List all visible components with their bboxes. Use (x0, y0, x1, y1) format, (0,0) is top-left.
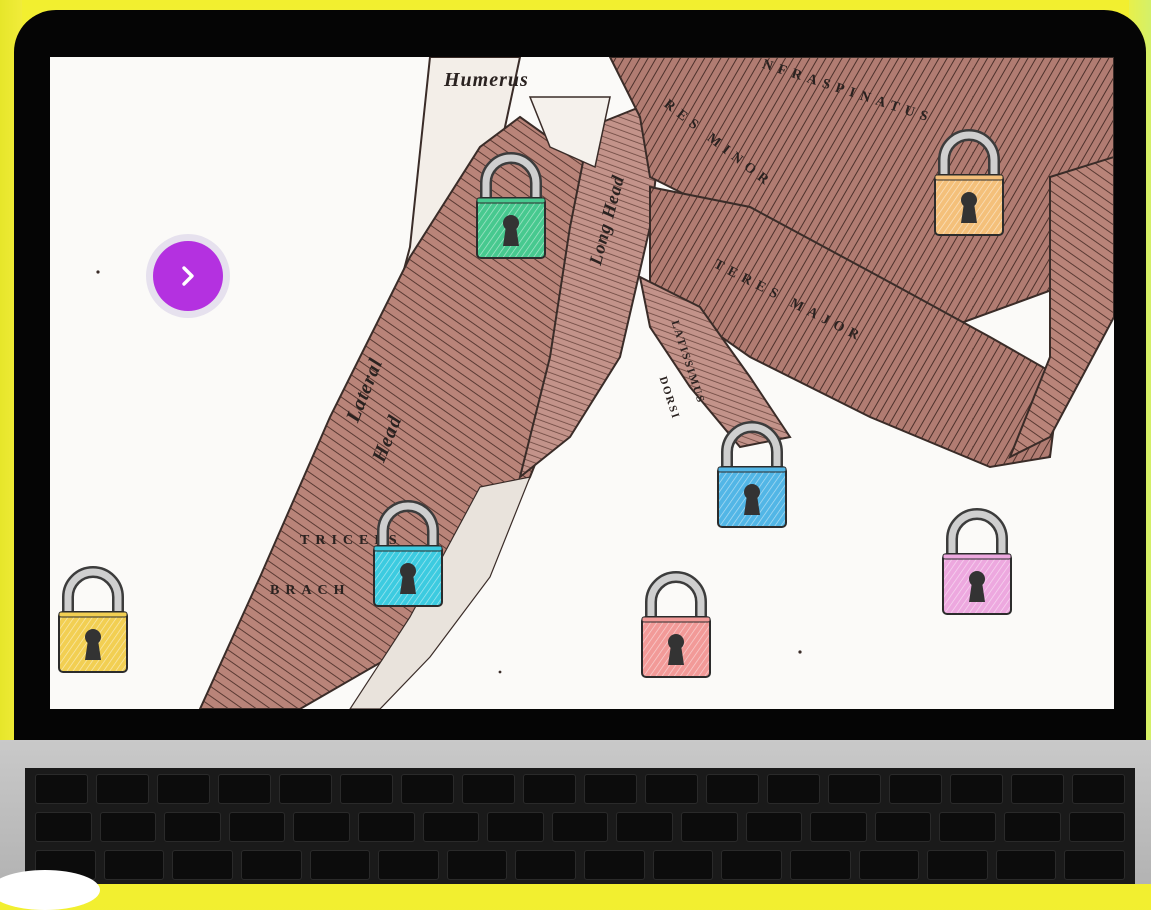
padlock-icon (641, 571, 711, 678)
key (378, 850, 439, 880)
next-button-circle (153, 241, 223, 311)
key (228, 812, 286, 842)
laptop-screen: Humerus RES MINOR NFRASPINATUS Long Head… (50, 57, 1114, 709)
lock-yellow[interactable] (56, 564, 130, 676)
next-button[interactable] (146, 234, 230, 318)
key (515, 850, 576, 880)
key (340, 774, 393, 804)
key (523, 774, 576, 804)
key (164, 812, 221, 842)
key (1003, 812, 1061, 842)
padlock-icon (717, 421, 787, 528)
key (172, 850, 233, 880)
key (810, 812, 867, 842)
key (721, 850, 782, 880)
key (939, 812, 996, 842)
key (584, 850, 645, 880)
key (1068, 812, 1126, 842)
key (1011, 774, 1064, 804)
lock-blue[interactable] (715, 419, 789, 531)
key (401, 774, 454, 804)
padlock-icon (942, 508, 1012, 615)
chevron-right-icon (182, 266, 194, 286)
keyboard (25, 768, 1135, 884)
lock-pink[interactable] (940, 506, 1014, 618)
key (240, 850, 302, 880)
key (551, 812, 609, 842)
key (927, 850, 988, 880)
padlock-icon (58, 566, 128, 673)
key (652, 850, 714, 880)
padlock-icon (934, 129, 1004, 236)
key (1064, 850, 1125, 880)
key (645, 774, 698, 804)
lock-red[interactable] (639, 569, 713, 681)
key (157, 774, 210, 804)
lock-orange[interactable] (932, 127, 1006, 239)
keyboard-row (25, 850, 1135, 880)
key (584, 774, 637, 804)
key (767, 774, 820, 804)
key (487, 812, 544, 842)
key (35, 812, 92, 842)
key (889, 774, 942, 804)
key (1072, 774, 1125, 804)
label-humerus: Humerus (444, 69, 529, 91)
key (874, 812, 932, 842)
key (462, 774, 515, 804)
key (680, 812, 738, 842)
label-brachii: BRACH (270, 583, 351, 598)
key (103, 850, 165, 880)
key (35, 774, 88, 804)
lock-cyan[interactable] (371, 498, 445, 610)
keyboard-row (25, 774, 1135, 804)
key (422, 812, 480, 842)
key (99, 812, 157, 842)
keyboard-row (25, 812, 1135, 842)
key (279, 774, 332, 804)
key (309, 850, 371, 880)
padlock-icon (373, 500, 443, 607)
key (858, 850, 920, 880)
key (96, 774, 149, 804)
key (446, 850, 508, 880)
key (616, 812, 673, 842)
corner-bubble (0, 870, 100, 910)
key (357, 812, 415, 842)
key (293, 812, 350, 842)
key (950, 774, 1003, 804)
key (789, 850, 851, 880)
lock-green[interactable] (474, 150, 548, 262)
key (218, 774, 271, 804)
key (995, 850, 1057, 880)
padlock-icon (476, 152, 546, 259)
key (745, 812, 803, 842)
key (828, 774, 881, 804)
key (706, 774, 759, 804)
